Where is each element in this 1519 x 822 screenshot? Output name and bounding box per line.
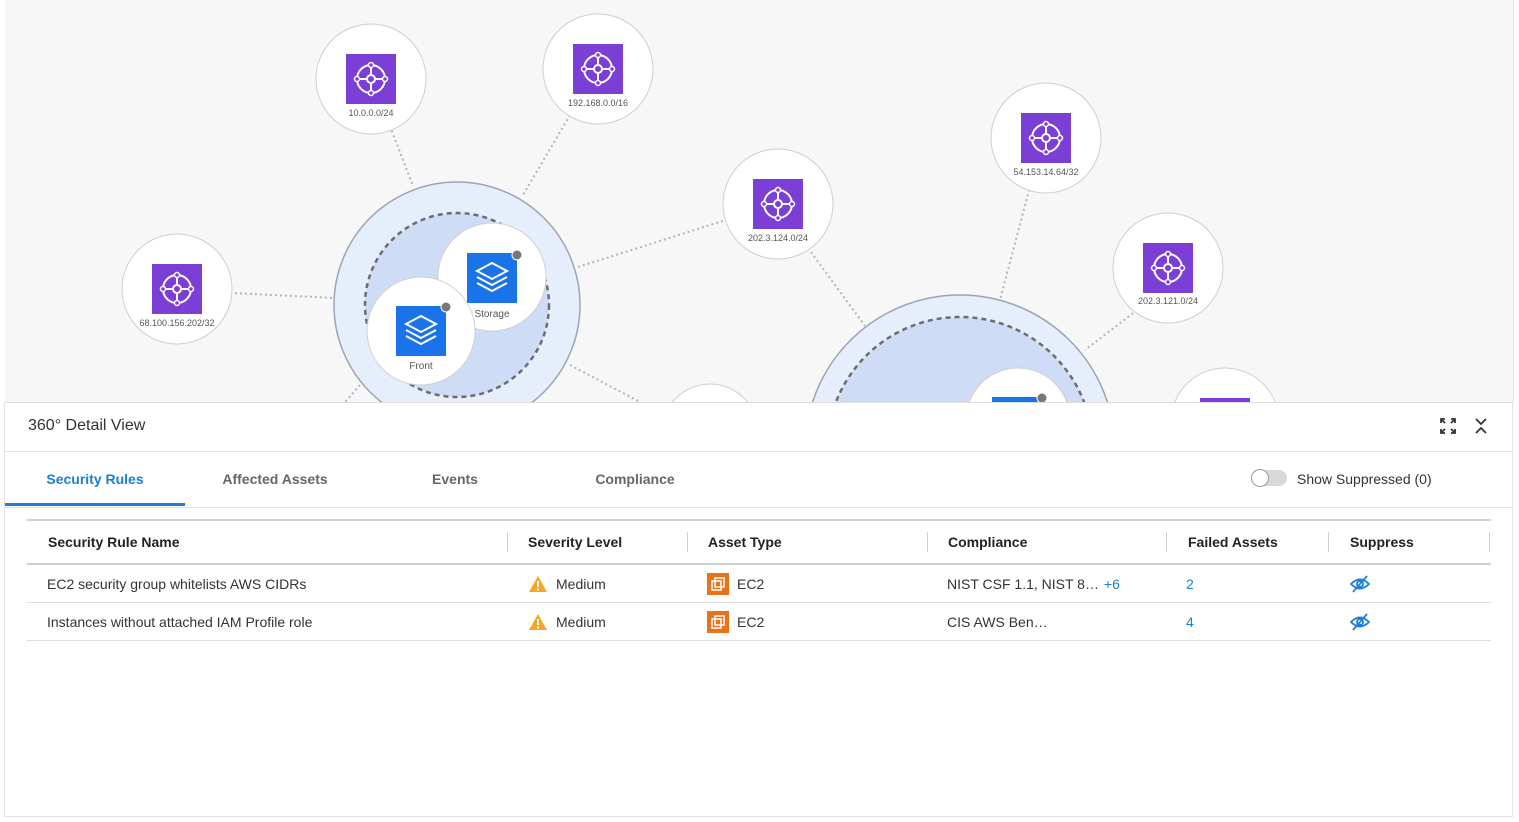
column-header-asset-type[interactable]: Asset Type	[708, 521, 782, 563]
column-header-failed-assets[interactable]: Failed Assets	[1188, 521, 1278, 563]
node-partial-1[interactable]	[662, 383, 758, 402]
rule-name: EC2 security group whitelists AWS CIDRs	[47, 575, 307, 592]
node-label: 10.0.0.0/24	[348, 108, 393, 118]
column-header-suppress[interactable]: Suppress	[1350, 521, 1414, 563]
failed-assets-link[interactable]: 2	[1186, 565, 1194, 602]
column-divider[interactable]	[1489, 532, 1490, 552]
network-hub-icon	[753, 179, 803, 229]
column-header-severity[interactable]: Severity Level	[528, 521, 622, 563]
network-hub-icon	[1143, 243, 1193, 293]
detail-panel: 360° Detail View Security Rules Affected…	[4, 402, 1513, 817]
severity-label: Medium	[556, 613, 606, 630]
column-divider[interactable]	[687, 532, 688, 552]
compliance-text: CIS AWS Ben…	[947, 613, 1048, 630]
tab-security-rules[interactable]: Security Rules	[5, 452, 185, 506]
expand-icon[interactable]	[1439, 417, 1457, 435]
warning-icon	[529, 613, 547, 630]
network-hub-icon	[152, 264, 202, 314]
asset-type-label: EC2	[737, 613, 765, 630]
network-node-2[interactable]: 192.168.0.0/16	[542, 13, 654, 125]
network-hub-icon	[1021, 113, 1071, 163]
toggle-knob	[1251, 469, 1269, 487]
group-label-storage: Storage	[474, 309, 509, 320]
suppress-cell	[1350, 565, 1370, 602]
node-label: 68.100.156.202/32	[139, 318, 214, 328]
ec2-icon	[707, 572, 729, 595]
node-label: 54.153.14.64/32	[1013, 167, 1078, 177]
node-label: 202.3.124.0/24	[748, 233, 808, 243]
node-label: 192.168.0.0/16	[568, 98, 628, 108]
tab-events[interactable]: Events	[365, 452, 545, 506]
asset-type-cell: EC2	[707, 603, 764, 640]
column-divider[interactable]	[507, 532, 508, 552]
tab-bar: Security Rules Affected Assets Events Co…	[5, 452, 1512, 508]
table-row[interactable]: EC2 security group whitelists AWS CIDRs …	[27, 565, 1491, 603]
node-label: 202.3.121.0/24	[1138, 296, 1198, 306]
network-node-3[interactable]: 68.100.156.202/32	[121, 233, 233, 345]
column-divider[interactable]	[1328, 532, 1329, 552]
network-node-5[interactable]: 54.153.14.64/32	[990, 82, 1102, 194]
column-divider[interactable]	[927, 532, 928, 552]
compliance-cell: CIS AWS Ben…	[947, 603, 1048, 640]
topology-graph[interactable]: Storage Front 10.0.0.0/24 192.168.0.0/16…	[5, 0, 1514, 402]
show-suppressed-toggle[interactable]	[1251, 469, 1287, 487]
compliance-text: NIST CSF 1.1, NIST 8…	[947, 575, 1099, 592]
column-header-rule-name[interactable]: Security Rule Name	[48, 521, 180, 563]
show-suppressed-label: Show Suppressed (0)	[1297, 471, 1432, 487]
node-partial-2[interactable]	[1171, 367, 1279, 402]
table-header: Security Rule Name Severity Level Asset …	[27, 519, 1491, 565]
severity-cell: Medium	[528, 603, 606, 640]
network-node-4[interactable]: 202.3.124.0/24	[722, 148, 834, 260]
failed-assets-link[interactable]: 4	[1186, 603, 1194, 640]
tab-affected-assets[interactable]: Affected Assets	[185, 452, 365, 506]
warning-icon	[529, 575, 547, 592]
panel-header: 360° Detail View	[5, 403, 1512, 452]
compliance-more-link[interactable]: +6	[1104, 576, 1120, 592]
collapse-icon[interactable]	[1472, 417, 1490, 435]
network-hub-icon	[346, 54, 396, 104]
eye-off-icon[interactable]	[1350, 612, 1370, 631]
network-hub-icon	[573, 44, 623, 94]
group-label-front: Front	[409, 361, 433, 372]
suppress-cell	[1350, 603, 1370, 640]
panel-title: 360° Detail View	[28, 417, 146, 434]
column-divider[interactable]	[1166, 532, 1167, 552]
rule-name: Instances without attached IAM Profile r…	[47, 613, 313, 630]
group-cluster-right[interactable]	[805, 294, 1115, 402]
severity-label: Medium	[556, 575, 606, 592]
table-row[interactable]: Instances without attached IAM Profile r…	[27, 603, 1491, 641]
severity-cell: Medium	[528, 565, 606, 602]
network-node-6[interactable]: 202.3.121.0/24	[1112, 212, 1224, 324]
tab-compliance[interactable]: Compliance	[545, 452, 725, 506]
security-rules-table: Security Rule Name Severity Level Asset …	[27, 519, 1491, 641]
eye-off-icon[interactable]	[1350, 574, 1370, 593]
column-header-compliance[interactable]: Compliance	[948, 521, 1027, 563]
ec2-icon	[707, 610, 729, 633]
topology-svg: Storage Front 10.0.0.0/24 192.168.0.0/16…	[121, 13, 1279, 402]
compliance-cell: NIST CSF 1.1, NIST 8… +6	[947, 565, 1120, 602]
asset-type-label: EC2	[737, 575, 765, 592]
network-node-1[interactable]: 10.0.0.0/24	[315, 23, 427, 135]
group-node-front[interactable]: Front	[366, 276, 476, 386]
asset-type-cell: EC2	[707, 565, 764, 602]
